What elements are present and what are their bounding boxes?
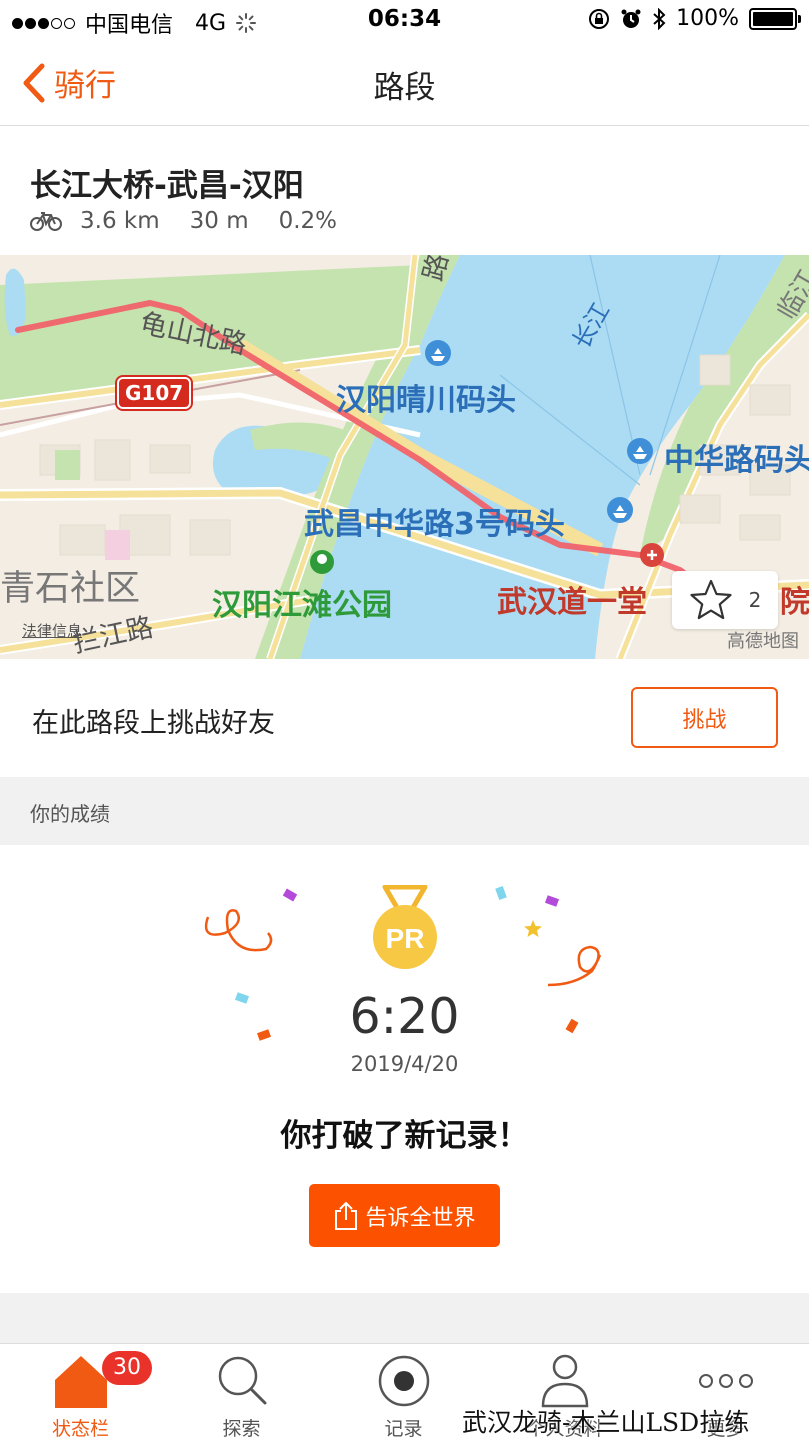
segment-distance: 3.6 km — [80, 208, 160, 234]
section-title: 你的成绩 — [30, 802, 110, 826]
status-bar-right: 100% — [588, 6, 801, 31]
tab-feed-label: 状态栏 — [51, 1418, 109, 1440]
tab-feed[interactable]: 30 状态栏 — [0, 1344, 161, 1440]
map-label-pier-wuchang: 武昌中华路3号码头 — [304, 507, 565, 542]
notification-badge: 30 — [102, 1351, 152, 1385]
alarm-icon — [621, 9, 641, 28]
rotation-lock-icon — [589, 8, 610, 29]
section-header: 你的成绩 — [0, 777, 809, 845]
map-label-pier-qingchuan: 汉阳晴川码头 — [336, 383, 516, 418]
map-label-hospital-tail: 院 — [780, 585, 809, 620]
tab-explore[interactable]: 探索 — [161, 1344, 322, 1440]
map-highway-badge: G107 — [117, 377, 192, 409]
result-card: PR 6:20 2019/4/20 你打破了新记录！ 告诉全世界 — [0, 845, 809, 1293]
more-icon — [698, 1374, 753, 1388]
challenge-row: 在此路段上挑战好友 挑战 — [0, 659, 809, 777]
map-label-park: 汉阳江滩公园 — [212, 588, 392, 623]
segment-name: 长江大桥-武昌-汉阳 — [30, 168, 304, 204]
page-title: 路段 — [373, 70, 436, 106]
tab-record[interactable]: 记录 — [323, 1344, 484, 1440]
medal-text: PR — [386, 923, 425, 954]
map-label-hospital: 武汉道一堂 — [497, 585, 647, 620]
challenge-button[interactable]: 挑战 — [631, 687, 778, 748]
status-bar: 中国电信 4G 06:34 100% — [0, 0, 809, 40]
pr-medal-icon: PR — [373, 885, 437, 969]
segment-map[interactable]: 龟山北路 路 G107 汉阳晴川码头 中华路码头 武昌中华路3号码头 长江 临江… — [0, 255, 809, 659]
segment-grade: 0.2% — [278, 208, 338, 234]
profile-icon — [541, 1354, 588, 1408]
home-icon — [54, 1356, 107, 1408]
watermark-text: 武汉龙骑-木兰山LSD拉练 — [462, 1408, 750, 1437]
map-provider-logo: 高德地图 — [727, 631, 799, 652]
navigation-bar: 骑行 路段 — [0, 40, 809, 126]
star-count: 2 — [748, 588, 762, 612]
challenge-text: 在此路段上挑战好友 — [32, 708, 275, 739]
new-record-message: 你打破了新记录！ — [280, 1118, 529, 1154]
segment-elevation: 30 m — [189, 208, 249, 234]
bluetooth-icon — [653, 7, 666, 30]
section-gap — [0, 1293, 809, 1343]
share-icon — [335, 1201, 358, 1230]
search-icon — [218, 1356, 266, 1405]
map-label-community: 青石社区 — [0, 569, 141, 609]
tab-explore-label: 探索 — [222, 1418, 261, 1440]
star-segment-button[interactable]: 2 — [672, 571, 778, 629]
map-legal-info-link[interactable]: 法律信息 — [22, 620, 82, 641]
segment-stats: 3.6 km 30 m 0.2% — [30, 208, 367, 234]
bicycle-icon — [30, 212, 62, 231]
battery-icon — [749, 7, 801, 30]
battery-percent: 100% — [676, 6, 739, 31]
result-time: 6:20 — [349, 988, 460, 1045]
result-date: 2019/4/20 — [350, 1052, 459, 1076]
record-icon — [378, 1355, 429, 1407]
map-label-pier-zhonghua: 中华路码头 — [664, 443, 809, 478]
share-button-label: 告诉全世界 — [365, 1205, 476, 1231]
share-button[interactable]: 告诉全世界 — [309, 1184, 500, 1247]
tab-record-label: 记录 — [384, 1418, 423, 1440]
star-icon — [690, 579, 732, 620]
